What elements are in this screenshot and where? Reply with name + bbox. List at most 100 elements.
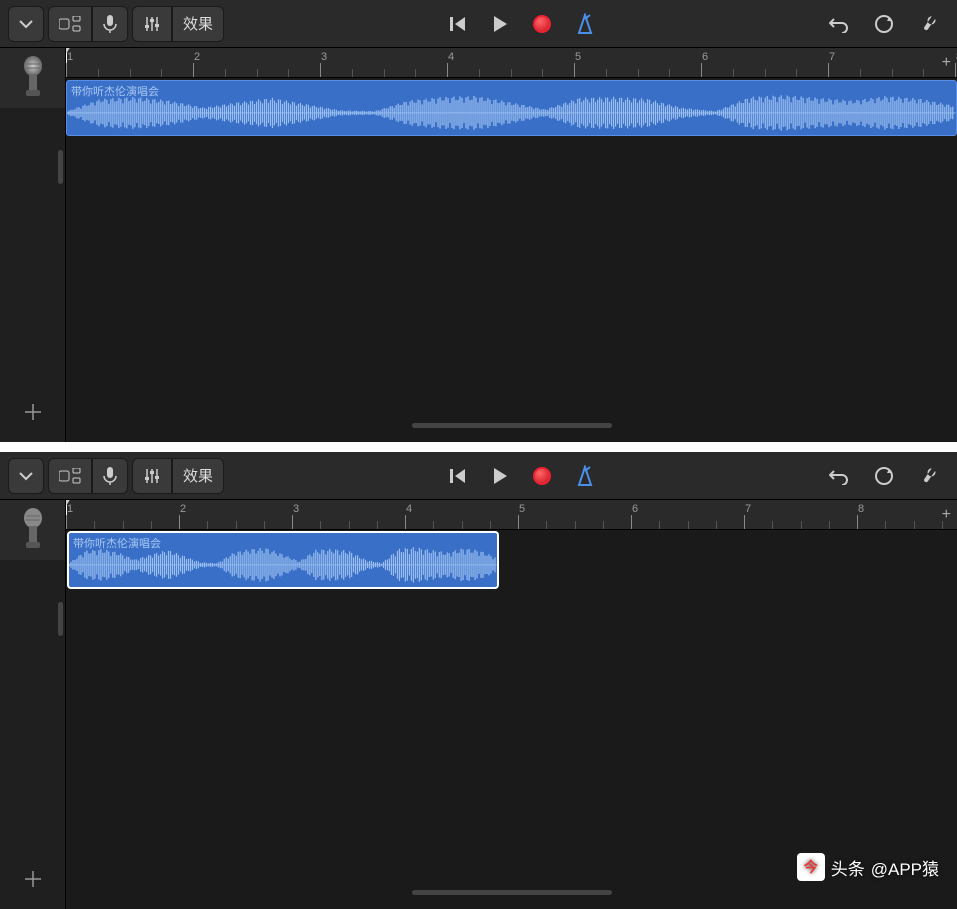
content-area: + 1 2 3 4 5 6 7 8 带你听杰伦演唱会 bbox=[0, 500, 957, 909]
ruler-mark: 6 bbox=[702, 51, 708, 63]
ruler-mark: 2 bbox=[180, 503, 186, 515]
rewind-button[interactable] bbox=[439, 458, 477, 494]
sidebar bbox=[0, 500, 66, 909]
watermark-logo: 今 bbox=[797, 853, 825, 881]
loop-icon bbox=[873, 13, 895, 35]
chevron-down-icon bbox=[19, 19, 33, 29]
record-button[interactable] bbox=[523, 6, 561, 42]
watermark: 今 头条 @APP猿 bbox=[797, 853, 939, 881]
collapse-button[interactable] bbox=[8, 6, 44, 42]
view-input-group bbox=[48, 458, 128, 494]
view-input-group bbox=[48, 6, 128, 42]
watermark-brand: 头条 bbox=[831, 855, 865, 880]
editor-panel-bottom: 效果 + 1 2 3 4 5 6 7 8 带你听杰伦演唱会 bbox=[0, 452, 957, 909]
settings-button[interactable] bbox=[909, 458, 949, 494]
microphone-track-icon bbox=[18, 56, 48, 100]
metronome-button[interactable] bbox=[565, 6, 605, 42]
ruler-mark: 4 bbox=[448, 51, 454, 63]
rewind-button[interactable] bbox=[439, 6, 477, 42]
wrench-icon bbox=[919, 466, 939, 486]
mixer-button[interactable] bbox=[132, 458, 172, 494]
ruler-mark: 3 bbox=[321, 51, 327, 63]
sidebar-scrollbar[interactable] bbox=[58, 150, 63, 184]
audio-clip[interactable]: 带你听杰伦演唱会 bbox=[66, 80, 957, 136]
watermark-handle: @APP猿 bbox=[871, 855, 939, 880]
ruler-mark: 2 bbox=[194, 51, 200, 63]
plus-icon bbox=[22, 401, 44, 423]
ruler-mark: 4 bbox=[406, 503, 412, 515]
editor-panel-top: 效果 bbox=[0, 0, 957, 442]
sidebar-scrollbar[interactable] bbox=[58, 602, 63, 636]
collapse-button[interactable] bbox=[8, 458, 44, 494]
timeline-area: + 1 2 3 4 5 6 7 8 带你听杰伦演唱会 bbox=[66, 500, 957, 909]
sliders-icon bbox=[143, 467, 161, 485]
timeline-area: + 12345678 带你听杰伦演唱会 bbox=[66, 48, 957, 442]
toolbar: 效果 bbox=[0, 452, 957, 500]
undo-icon bbox=[829, 15, 849, 33]
clip-label: 带你听杰伦演唱会 bbox=[69, 533, 165, 553]
ruler-mark: 7 bbox=[745, 503, 751, 515]
track-view-button[interactable] bbox=[48, 6, 92, 42]
track-view-button[interactable] bbox=[48, 458, 92, 494]
mic-icon bbox=[103, 14, 117, 34]
clip-label: 带你听杰伦演唱会 bbox=[67, 81, 163, 101]
play-button[interactable] bbox=[481, 458, 519, 494]
record-icon bbox=[533, 15, 551, 33]
horizontal-scrollbar[interactable] bbox=[412, 423, 612, 428]
undo-button[interactable] bbox=[819, 458, 859, 494]
microphone-track-icon bbox=[18, 508, 48, 552]
ruler-mark: 5 bbox=[519, 503, 525, 515]
effects-button[interactable]: 效果 bbox=[172, 6, 224, 42]
rewind-icon bbox=[449, 467, 467, 485]
horizontal-scrollbar[interactable] bbox=[412, 890, 612, 895]
plus-icon bbox=[22, 868, 44, 890]
loop-icon bbox=[873, 465, 895, 487]
track-view-icon bbox=[59, 16, 81, 32]
add-track-button[interactable] bbox=[0, 382, 65, 442]
add-track-button[interactable] bbox=[0, 849, 65, 909]
record-button[interactable] bbox=[523, 458, 561, 494]
ruler-mark: 7 bbox=[829, 51, 835, 63]
ruler-mark: 5 bbox=[575, 51, 581, 63]
loop-button[interactable] bbox=[863, 458, 905, 494]
undo-icon bbox=[829, 467, 849, 485]
loop-button[interactable] bbox=[863, 6, 905, 42]
play-button[interactable] bbox=[481, 6, 519, 42]
sliders-icon bbox=[143, 15, 161, 33]
ruler-mark: 8 bbox=[858, 503, 864, 515]
content-area: + 12345678 带你听杰伦演唱会 bbox=[0, 48, 957, 442]
settings-button[interactable] bbox=[909, 6, 949, 42]
mic-icon bbox=[103, 466, 117, 486]
zoom-button[interactable]: + bbox=[942, 506, 951, 524]
ruler-mark: 6 bbox=[632, 503, 638, 515]
ruler-mark: 3 bbox=[293, 503, 299, 515]
zoom-button[interactable]: + bbox=[942, 54, 951, 72]
mic-button[interactable] bbox=[92, 6, 128, 42]
record-icon bbox=[533, 467, 551, 485]
metronome-icon bbox=[575, 465, 595, 487]
track-header[interactable] bbox=[0, 48, 65, 108]
audio-clip[interactable]: 带你听杰伦演唱会 bbox=[68, 532, 498, 588]
chevron-down-icon bbox=[19, 471, 33, 481]
waveform bbox=[67, 81, 956, 136]
metronome-button[interactable] bbox=[565, 458, 605, 494]
effects-button[interactable]: 效果 bbox=[172, 458, 224, 494]
ruler[interactable]: + 12345678 bbox=[66, 48, 957, 78]
fx-group: 效果 bbox=[132, 458, 224, 494]
metronome-icon bbox=[575, 13, 595, 35]
track-header[interactable] bbox=[0, 500, 65, 560]
ruler-mark: 1 bbox=[67, 503, 73, 515]
rewind-icon bbox=[449, 15, 467, 33]
tracks-area[interactable]: 带你听杰伦演唱会 bbox=[66, 78, 957, 442]
undo-button[interactable] bbox=[819, 6, 859, 42]
ruler-mark: 1 bbox=[67, 51, 73, 63]
ruler[interactable]: + 1 2 3 4 5 6 7 8 bbox=[66, 500, 957, 530]
mixer-button[interactable] bbox=[132, 6, 172, 42]
wrench-icon bbox=[919, 14, 939, 34]
sidebar bbox=[0, 48, 66, 442]
toolbar: 效果 bbox=[0, 0, 957, 48]
play-icon bbox=[491, 14, 509, 34]
fx-group: 效果 bbox=[132, 6, 224, 42]
mic-button[interactable] bbox=[92, 458, 128, 494]
play-icon bbox=[491, 466, 509, 486]
